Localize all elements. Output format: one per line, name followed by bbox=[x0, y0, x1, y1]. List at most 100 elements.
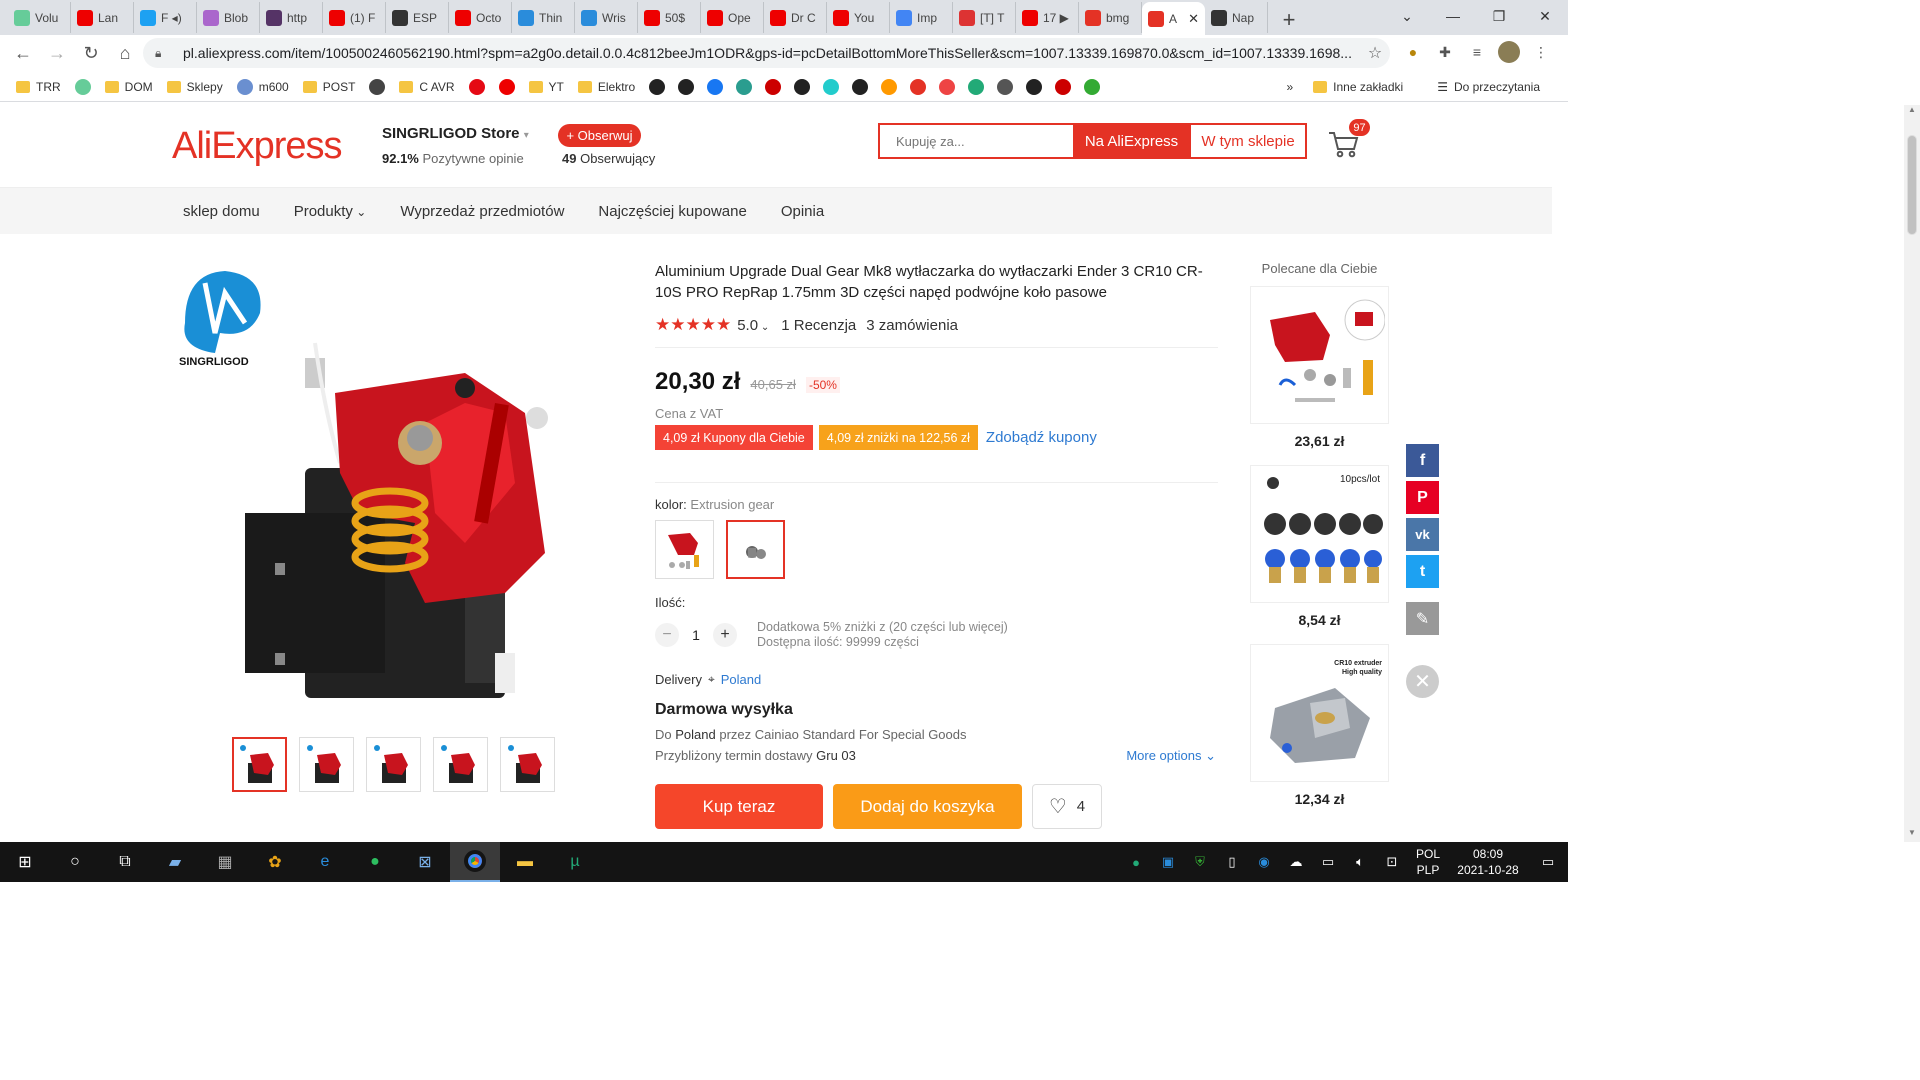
reading-list-button[interactable]: ☰ Do przeczytania bbox=[1437, 80, 1540, 94]
product-thumbnail[interactable] bbox=[433, 737, 488, 792]
cart-button[interactable]: 97 bbox=[1326, 119, 1370, 161]
browser-tab[interactable]: Dr C bbox=[764, 2, 827, 33]
add-to-cart-button[interactable]: Dodaj do koszyka bbox=[833, 784, 1022, 829]
product-thumbnail[interactable] bbox=[299, 737, 354, 792]
browser-tab[interactable]: A ✕ bbox=[1142, 2, 1205, 35]
browser-tab[interactable]: F ◂) bbox=[134, 2, 197, 33]
browser-tab[interactable]: Blob bbox=[197, 2, 260, 33]
evernote-icon[interactable]: ● bbox=[350, 842, 400, 882]
bookmark-favicon-icon[interactable] bbox=[1026, 78, 1043, 95]
vk-share-icon[interactable]: vk bbox=[1406, 518, 1439, 551]
browser-tab[interactable]: You bbox=[827, 2, 890, 33]
bookmark-item[interactable] bbox=[498, 78, 515, 95]
minimize-button[interactable]: — bbox=[1430, 0, 1476, 32]
bookmark-favicon-icon[interactable] bbox=[736, 78, 753, 95]
edge-legacy-icon[interactable]: e bbox=[300, 842, 350, 882]
follow-button[interactable]: + Obserwuj bbox=[558, 124, 641, 147]
product-thumbnail[interactable] bbox=[500, 737, 555, 792]
bookmark-favicon-icon[interactable] bbox=[997, 78, 1014, 95]
browser-tab[interactable]: 17 ▶ bbox=[1016, 2, 1079, 33]
bookmark-item[interactable]: Sklepy bbox=[166, 80, 223, 94]
notifications-icon[interactable]: ▭ bbox=[1528, 854, 1568, 870]
browser-tab[interactable]: Wris bbox=[575, 2, 638, 33]
aliexpress-logo[interactable]: AliExpress bbox=[172, 125, 342, 168]
back-button[interactable]: ← bbox=[6, 36, 40, 70]
bookmark-item[interactable] bbox=[369, 78, 386, 95]
page-scrollbar[interactable]: ▲ ▼ bbox=[1904, 105, 1920, 842]
menu-dots-icon[interactable]: ⋮ bbox=[1528, 39, 1554, 65]
bookmark-item[interactable] bbox=[468, 78, 485, 95]
app-icon[interactable]: ▰ bbox=[150, 842, 200, 882]
bookmark-item[interactable] bbox=[74, 78, 91, 95]
bookmark-favicon-icon[interactable] bbox=[794, 78, 811, 95]
wishlist-button[interactable]: ♡ 4 bbox=[1032, 784, 1102, 829]
network-app-icon[interactable]: ⊠ bbox=[400, 842, 450, 882]
browser-tab[interactable]: ESP bbox=[386, 2, 449, 33]
pinterest-share-icon[interactable]: P bbox=[1406, 481, 1439, 514]
recommended-item[interactable]: 10pcs/lot 8,54 zł bbox=[1250, 465, 1389, 628]
recommended-item[interactable]: CR10 extruder High quality 12,34 zł bbox=[1250, 644, 1389, 807]
language-indicator[interactable]: POL PLP bbox=[1408, 846, 1448, 878]
bookmark-item[interactable]: m600 bbox=[236, 78, 289, 95]
scroll-thumb[interactable] bbox=[1907, 135, 1917, 235]
bookmark-item[interactable]: POST bbox=[302, 80, 355, 94]
browser-tab[interactable]: [T] T bbox=[953, 2, 1016, 33]
bookmark-favicon-icon[interactable] bbox=[910, 78, 927, 95]
bookmark-favicon-icon[interactable] bbox=[1084, 78, 1101, 95]
forward-button[interactable]: → bbox=[40, 36, 74, 70]
bookmark-star-icon[interactable]: ☆ bbox=[1360, 43, 1390, 63]
tray-usb-icon[interactable]: ▯ bbox=[1216, 854, 1248, 870]
browser-tab[interactable]: Thin bbox=[512, 2, 575, 33]
browser-tab[interactable]: Octo bbox=[449, 2, 512, 33]
new-tab-button[interactable]: + bbox=[1274, 5, 1304, 35]
file-explorer-icon[interactable]: ▬ bbox=[500, 842, 550, 882]
search-aliexpress-button[interactable]: Na AliExpress bbox=[1073, 125, 1190, 157]
edit-share-icon[interactable]: ✎ bbox=[1406, 602, 1439, 635]
store-nav-item[interactable]: sklep domu bbox=[183, 203, 260, 220]
paint-icon[interactable]: ✿ bbox=[250, 842, 300, 882]
bookmark-item[interactable]: C AVR bbox=[399, 80, 455, 94]
maximize-button[interactable]: ❐ bbox=[1476, 0, 1522, 32]
coupon-discount[interactable]: 4,09 zł zniżki na 122,56 zł bbox=[818, 425, 978, 450]
more-options-link[interactable]: More options ⌄ bbox=[1126, 748, 1216, 764]
bookmark-favicon-icon[interactable] bbox=[823, 78, 840, 95]
scroll-down-arrow[interactable]: ▼ bbox=[1904, 828, 1920, 842]
rating-value[interactable]: 5.0 ⌄ bbox=[737, 317, 769, 334]
delivery-country-link[interactable]: Poland bbox=[721, 672, 761, 687]
windows-start-icon[interactable]: ⊞ bbox=[0, 842, 50, 882]
star-rating[interactable]: ★★★★★ bbox=[655, 315, 731, 335]
battery-icon[interactable]: ▭ bbox=[1312, 854, 1344, 870]
color-option-extrusion-gear[interactable] bbox=[726, 520, 785, 579]
store-nav-item[interactable]: Produkty ⌄ bbox=[294, 203, 367, 220]
product-thumbnail[interactable] bbox=[366, 737, 421, 792]
browser-tab[interactable]: http bbox=[260, 2, 323, 33]
buy-now-button[interactable]: Kup teraz bbox=[655, 784, 823, 829]
close-tab-icon[interactable]: ✕ bbox=[1188, 11, 1199, 27]
search-store-button[interactable]: W tym sklepie bbox=[1190, 125, 1305, 157]
browser-tab[interactable]: Imp bbox=[890, 2, 953, 33]
bookmark-favicon-icon[interactable] bbox=[678, 78, 695, 95]
bookmark-favicon-icon[interactable] bbox=[939, 78, 956, 95]
chevron-down-icon[interactable]: ⌄ bbox=[1384, 0, 1430, 32]
scroll-up-arrow[interactable]: ▲ bbox=[1904, 105, 1920, 119]
utorrent-icon[interactable]: µ bbox=[550, 842, 600, 882]
bookmark-item[interactable]: Elektro bbox=[577, 80, 635, 94]
color-option-full-kit[interactable] bbox=[655, 520, 714, 579]
store-nav-item[interactable]: Najczęściej kupowane bbox=[598, 203, 746, 220]
product-thumbnail[interactable] bbox=[232, 737, 287, 792]
store-nav-item[interactable]: Opinia bbox=[781, 203, 824, 220]
volume-icon[interactable]: 🔈︎ bbox=[1344, 854, 1376, 870]
search-icon[interactable]: ○ bbox=[50, 842, 100, 882]
profile-avatar[interactable] bbox=[1496, 39, 1522, 65]
bookmark-favicon-icon[interactable] bbox=[1055, 78, 1072, 95]
reviews-link[interactable]: 1 Recenzja bbox=[781, 317, 856, 334]
browser-tab[interactable]: Lan bbox=[71, 2, 134, 33]
coupon-for-you[interactable]: 4,09 zł Kupony dla Ciebie bbox=[655, 425, 813, 450]
bookmark-favicon-icon[interactable] bbox=[707, 78, 724, 95]
bookmark-favicon-icon[interactable] bbox=[852, 78, 869, 95]
calculator-icon[interactable]: ▦ bbox=[200, 842, 250, 882]
bookmark-favicon-icon[interactable] bbox=[968, 78, 985, 95]
search-input[interactable] bbox=[880, 125, 1073, 157]
chrome-icon[interactable] bbox=[450, 842, 500, 882]
twitter-share-icon[interactable]: t bbox=[1406, 555, 1439, 588]
